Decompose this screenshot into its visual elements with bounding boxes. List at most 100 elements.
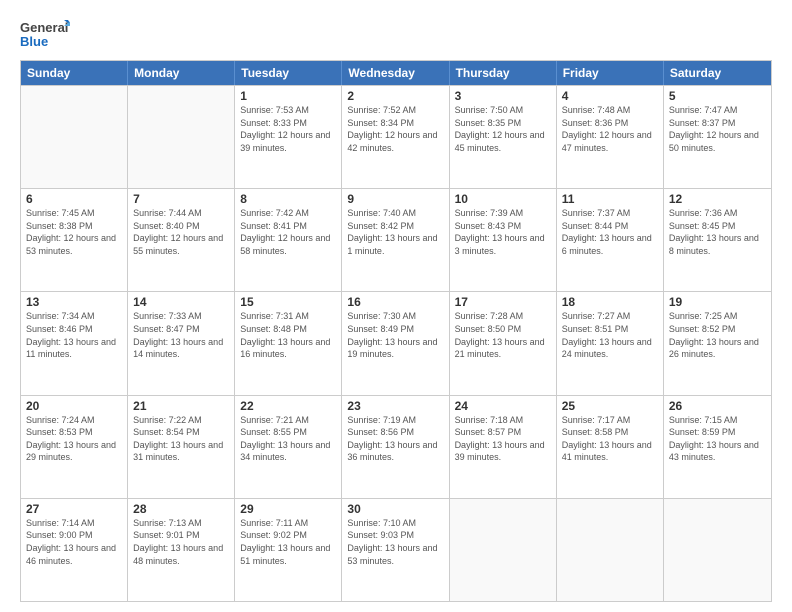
day-number-11: 11 (562, 192, 658, 206)
day-number-27: 27 (26, 502, 122, 516)
day-info-20: Sunrise: 7:24 AM Sunset: 8:53 PM Dayligh… (26, 414, 122, 464)
day-number-21: 21 (133, 399, 229, 413)
day-info-8: Sunrise: 7:42 AM Sunset: 8:41 PM Dayligh… (240, 207, 336, 257)
day-info-1: Sunrise: 7:53 AM Sunset: 8:33 PM Dayligh… (240, 104, 336, 154)
calendar-day-13: 13Sunrise: 7:34 AM Sunset: 8:46 PM Dayli… (21, 292, 128, 394)
day-info-16: Sunrise: 7:30 AM Sunset: 8:49 PM Dayligh… (347, 310, 443, 360)
calendar-day-27: 27Sunrise: 7:14 AM Sunset: 9:00 PM Dayli… (21, 499, 128, 601)
calendar-day-23: 23Sunrise: 7:19 AM Sunset: 8:56 PM Dayli… (342, 396, 449, 498)
calendar-week-4: 20Sunrise: 7:24 AM Sunset: 8:53 PM Dayli… (21, 395, 771, 498)
calendar-day-22: 22Sunrise: 7:21 AM Sunset: 8:55 PM Dayli… (235, 396, 342, 498)
day-number-20: 20 (26, 399, 122, 413)
calendar-day-17: 17Sunrise: 7:28 AM Sunset: 8:50 PM Dayli… (450, 292, 557, 394)
day-number-14: 14 (133, 295, 229, 309)
header-cell-saturday: Saturday (664, 61, 771, 85)
calendar-body: 1Sunrise: 7:53 AM Sunset: 8:33 PM Daylig… (21, 85, 771, 601)
calendar-day-25: 25Sunrise: 7:17 AM Sunset: 8:58 PM Dayli… (557, 396, 664, 498)
header: General Blue (20, 16, 772, 52)
day-info-19: Sunrise: 7:25 AM Sunset: 8:52 PM Dayligh… (669, 310, 766, 360)
day-info-14: Sunrise: 7:33 AM Sunset: 8:47 PM Dayligh… (133, 310, 229, 360)
day-number-17: 17 (455, 295, 551, 309)
calendar-day-empty (664, 499, 771, 601)
day-info-11: Sunrise: 7:37 AM Sunset: 8:44 PM Dayligh… (562, 207, 658, 257)
day-number-30: 30 (347, 502, 443, 516)
calendar-day-3: 3Sunrise: 7:50 AM Sunset: 8:35 PM Daylig… (450, 86, 557, 188)
day-info-10: Sunrise: 7:39 AM Sunset: 8:43 PM Dayligh… (455, 207, 551, 257)
day-number-16: 16 (347, 295, 443, 309)
calendar-day-21: 21Sunrise: 7:22 AM Sunset: 8:54 PM Dayli… (128, 396, 235, 498)
day-number-19: 19 (669, 295, 766, 309)
header-cell-wednesday: Wednesday (342, 61, 449, 85)
day-info-18: Sunrise: 7:27 AM Sunset: 8:51 PM Dayligh… (562, 310, 658, 360)
day-info-2: Sunrise: 7:52 AM Sunset: 8:34 PM Dayligh… (347, 104, 443, 154)
calendar-day-9: 9Sunrise: 7:40 AM Sunset: 8:42 PM Daylig… (342, 189, 449, 291)
day-info-22: Sunrise: 7:21 AM Sunset: 8:55 PM Dayligh… (240, 414, 336, 464)
calendar-day-12: 12Sunrise: 7:36 AM Sunset: 8:45 PM Dayli… (664, 189, 771, 291)
day-info-17: Sunrise: 7:28 AM Sunset: 8:50 PM Dayligh… (455, 310, 551, 360)
calendar: SundayMondayTuesdayWednesdayThursdayFrid… (20, 60, 772, 602)
day-info-29: Sunrise: 7:11 AM Sunset: 9:02 PM Dayligh… (240, 517, 336, 567)
day-info-7: Sunrise: 7:44 AM Sunset: 8:40 PM Dayligh… (133, 207, 229, 257)
calendar-day-20: 20Sunrise: 7:24 AM Sunset: 8:53 PM Dayli… (21, 396, 128, 498)
day-number-1: 1 (240, 89, 336, 103)
calendar-day-26: 26Sunrise: 7:15 AM Sunset: 8:59 PM Dayli… (664, 396, 771, 498)
day-info-28: Sunrise: 7:13 AM Sunset: 9:01 PM Dayligh… (133, 517, 229, 567)
calendar-day-29: 29Sunrise: 7:11 AM Sunset: 9:02 PM Dayli… (235, 499, 342, 601)
day-number-7: 7 (133, 192, 229, 206)
calendar-week-2: 6Sunrise: 7:45 AM Sunset: 8:38 PM Daylig… (21, 188, 771, 291)
day-number-8: 8 (240, 192, 336, 206)
day-number-25: 25 (562, 399, 658, 413)
day-number-22: 22 (240, 399, 336, 413)
calendar-day-empty (450, 499, 557, 601)
day-number-28: 28 (133, 502, 229, 516)
day-info-23: Sunrise: 7:19 AM Sunset: 8:56 PM Dayligh… (347, 414, 443, 464)
day-number-12: 12 (669, 192, 766, 206)
day-info-4: Sunrise: 7:48 AM Sunset: 8:36 PM Dayligh… (562, 104, 658, 154)
calendar-day-28: 28Sunrise: 7:13 AM Sunset: 9:01 PM Dayli… (128, 499, 235, 601)
svg-text:Blue: Blue (20, 34, 48, 49)
day-info-13: Sunrise: 7:34 AM Sunset: 8:46 PM Dayligh… (26, 310, 122, 360)
day-info-21: Sunrise: 7:22 AM Sunset: 8:54 PM Dayligh… (133, 414, 229, 464)
calendar-day-6: 6Sunrise: 7:45 AM Sunset: 8:38 PM Daylig… (21, 189, 128, 291)
day-number-10: 10 (455, 192, 551, 206)
day-number-29: 29 (240, 502, 336, 516)
svg-text:General: General (20, 20, 68, 35)
header-cell-tuesday: Tuesday (235, 61, 342, 85)
day-number-26: 26 (669, 399, 766, 413)
calendar-day-14: 14Sunrise: 7:33 AM Sunset: 8:47 PM Dayli… (128, 292, 235, 394)
calendar-day-7: 7Sunrise: 7:44 AM Sunset: 8:40 PM Daylig… (128, 189, 235, 291)
calendar-day-2: 2Sunrise: 7:52 AM Sunset: 8:34 PM Daylig… (342, 86, 449, 188)
calendar-week-1: 1Sunrise: 7:53 AM Sunset: 8:33 PM Daylig… (21, 85, 771, 188)
day-info-24: Sunrise: 7:18 AM Sunset: 8:57 PM Dayligh… (455, 414, 551, 464)
page: General Blue SundayMondayTuesdayWednesda… (0, 0, 792, 612)
day-number-3: 3 (455, 89, 551, 103)
calendar-day-empty (21, 86, 128, 188)
header-cell-sunday: Sunday (21, 61, 128, 85)
day-info-25: Sunrise: 7:17 AM Sunset: 8:58 PM Dayligh… (562, 414, 658, 464)
day-number-4: 4 (562, 89, 658, 103)
calendar-day-empty (128, 86, 235, 188)
general-blue-logo-icon: General Blue (20, 16, 70, 52)
day-info-6: Sunrise: 7:45 AM Sunset: 8:38 PM Dayligh… (26, 207, 122, 257)
calendar-day-30: 30Sunrise: 7:10 AM Sunset: 9:03 PM Dayli… (342, 499, 449, 601)
day-info-5: Sunrise: 7:47 AM Sunset: 8:37 PM Dayligh… (669, 104, 766, 154)
calendar-day-15: 15Sunrise: 7:31 AM Sunset: 8:48 PM Dayli… (235, 292, 342, 394)
day-number-15: 15 (240, 295, 336, 309)
header-cell-friday: Friday (557, 61, 664, 85)
day-number-18: 18 (562, 295, 658, 309)
day-info-12: Sunrise: 7:36 AM Sunset: 8:45 PM Dayligh… (669, 207, 766, 257)
calendar-day-19: 19Sunrise: 7:25 AM Sunset: 8:52 PM Dayli… (664, 292, 771, 394)
calendar-day-1: 1Sunrise: 7:53 AM Sunset: 8:33 PM Daylig… (235, 86, 342, 188)
calendar-day-8: 8Sunrise: 7:42 AM Sunset: 8:41 PM Daylig… (235, 189, 342, 291)
day-info-27: Sunrise: 7:14 AM Sunset: 9:00 PM Dayligh… (26, 517, 122, 567)
header-cell-thursday: Thursday (450, 61, 557, 85)
calendar-day-empty (557, 499, 664, 601)
day-number-6: 6 (26, 192, 122, 206)
calendar-day-4: 4Sunrise: 7:48 AM Sunset: 8:36 PM Daylig… (557, 86, 664, 188)
day-info-30: Sunrise: 7:10 AM Sunset: 9:03 PM Dayligh… (347, 517, 443, 567)
calendar-week-3: 13Sunrise: 7:34 AM Sunset: 8:46 PM Dayli… (21, 291, 771, 394)
calendar-day-5: 5Sunrise: 7:47 AM Sunset: 8:37 PM Daylig… (664, 86, 771, 188)
calendar-day-18: 18Sunrise: 7:27 AM Sunset: 8:51 PM Dayli… (557, 292, 664, 394)
day-info-3: Sunrise: 7:50 AM Sunset: 8:35 PM Dayligh… (455, 104, 551, 154)
logo: General Blue (20, 16, 70, 52)
